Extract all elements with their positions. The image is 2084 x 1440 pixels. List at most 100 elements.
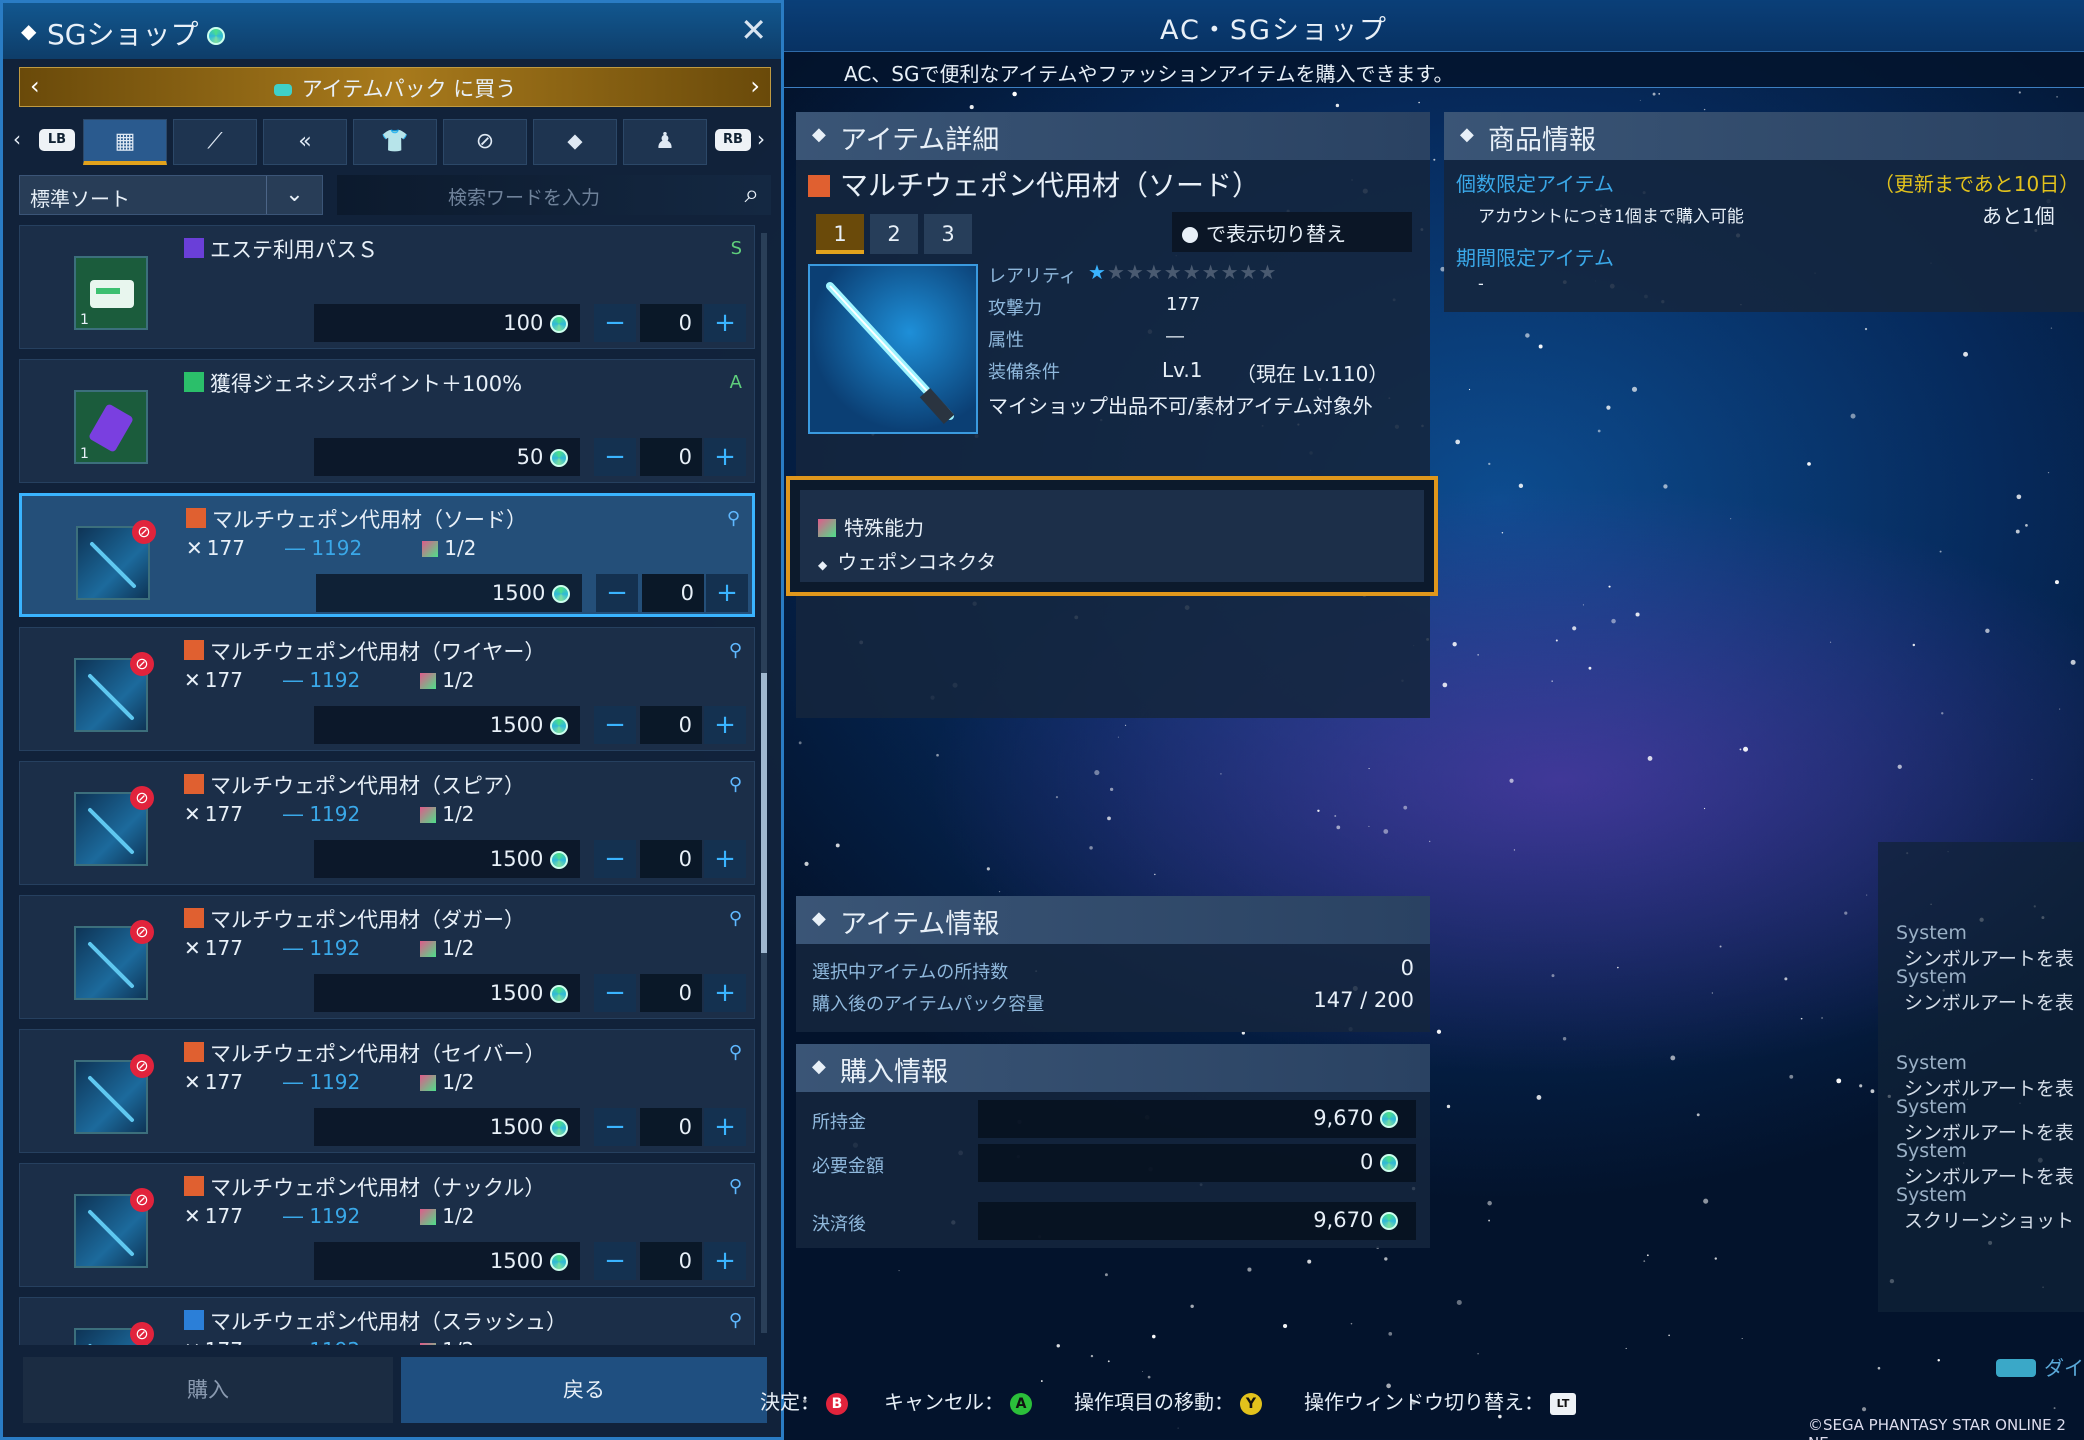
star (1643, 1260, 1646, 1263)
star (1861, 1407, 1867, 1412)
star (1562, 1037, 1567, 1041)
list-item[interactable]: 1 獲得ジェネシスポイント＋100% A 50 −0 + (19, 359, 755, 483)
item-name: マルチウェポン代用材（ナックル） (210, 1176, 546, 1200)
quantity-field[interactable]: 0 (640, 706, 702, 744)
quantity-field[interactable]: 0 (640, 1108, 702, 1146)
attack-value: 177 (1166, 294, 1201, 315)
quantity-field[interactable]: 0 (640, 1242, 702, 1280)
star (1509, 778, 1514, 783)
attack-value: 177 (204, 1070, 243, 1094)
log-source: System (1896, 1184, 1967, 1206)
list-item[interactable]: ⊘ マルチウェポン代用材（ナックル） ⚲ ✕ 177 ― 1192 1/2 1500 −0 + (19, 1163, 755, 1287)
list-item[interactable]: ⊘ マルチウェポン代用材（ダガー） ⚲ ✕ 177 ― 1192 1/2 1500 −0 + (19, 895, 755, 1019)
list-item[interactable]: ⊘マルチウェポン代用材（スラッシュ）⚲✕177― 11921/21500 −0+ (19, 1297, 755, 1345)
slot-icon (420, 807, 437, 823)
back-button[interactable]: 戻る (401, 1357, 767, 1423)
list-scrollbar[interactable] (761, 233, 767, 1333)
page-tab-3[interactable]: 3 (924, 214, 972, 254)
category-tab-tag[interactable]: ⊘ (443, 119, 527, 165)
buy-button[interactable]: 購入 (23, 1357, 393, 1423)
quantity-field[interactable]: 0 (640, 840, 702, 878)
decrease-quantity-button[interactable]: − (594, 1242, 636, 1280)
category-tab-diamond-arrow[interactable]: ⬥ (533, 119, 617, 165)
chat-tab[interactable]: ダイ (1996, 1352, 2084, 1381)
special-ability-box: 特殊能力 ◆ ウェポンコネクタ (786, 476, 1438, 596)
increase-quantity-button[interactable]: + (704, 304, 746, 342)
tab-prev-chevron-icon[interactable]: ‹ (13, 127, 21, 151)
tab-next-chevron-icon[interactable]: › (757, 127, 765, 151)
increase-quantity-button[interactable]: + (706, 574, 748, 612)
lb-button-icon[interactable]: LB (39, 129, 75, 151)
diamond-arrow-icon: ⬥ (567, 129, 583, 154)
money-label: 所持金 (812, 1112, 866, 1133)
page-tab-2[interactable]: 2 (870, 214, 918, 254)
category-tab-shirt[interactable]: 👕 (353, 119, 437, 165)
cost-label: 必要金額 (812, 1156, 884, 1177)
decrease-quantity-button[interactable]: − (594, 974, 636, 1012)
star (1836, 1078, 1842, 1084)
increase-quantity-button[interactable]: + (704, 1242, 746, 1280)
shop-title: SGショップ (47, 13, 226, 53)
item-stats: ✕177 ― 1192 1/2 (184, 1070, 474, 1094)
sg-gem-icon (550, 1253, 568, 1271)
diamond-icon: ◆ (812, 1056, 826, 1077)
category-tab-grid[interactable]: ▦ (83, 119, 167, 165)
star (1012, 91, 1017, 97)
quantity-field[interactable]: 0 (640, 304, 702, 342)
search-input[interactable]: 検索ワードを入力 ⌕ (337, 175, 771, 215)
search-placeholder: 検索ワードを入力 (447, 187, 600, 209)
item-count: 1 (80, 312, 89, 328)
pack-destination-selector[interactable]: ‹ アイテムパック に買う › (19, 67, 771, 107)
star (1730, 518, 1732, 520)
display-toggle[interactable]: で表示切り替え (1172, 212, 1412, 252)
page-tab-1[interactable]: 1 (816, 214, 864, 254)
list-item[interactable]: 1 エステ利用パスＳ S 100 −0 + (19, 225, 755, 349)
hint-decide: 決定： B (760, 1386, 848, 1415)
increase-quantity-button[interactable]: + (704, 438, 746, 476)
diamond-icon: ◆ (21, 19, 37, 43)
star-icon: ★ (1144, 260, 1164, 284)
sort-dropdown[interactable]: 標準ソート ⌄ (19, 175, 323, 215)
item-name: マルチウェポン代用材（ソード） (212, 508, 527, 532)
decrease-quantity-button[interactable]: − (594, 840, 636, 878)
battle-power: ― 1192 (282, 936, 361, 960)
search-icon[interactable]: ⌕ (744, 179, 759, 210)
decrease-quantity-button[interactable]: − (594, 706, 636, 744)
chat-icon (1996, 1359, 2036, 1377)
increase-quantity-button[interactable]: + (704, 1108, 746, 1146)
quantity-field[interactable]: 0 (640, 974, 702, 1012)
increase-quantity-button[interactable]: + (704, 706, 746, 744)
decrease-quantity-button[interactable]: − (594, 438, 636, 476)
chevron-right-icon[interactable]: › (750, 72, 760, 100)
period-label: 期間限定アイテム (1456, 246, 1614, 270)
star (1456, 1299, 1462, 1305)
rb-button-icon[interactable]: RB (715, 129, 751, 151)
star (1555, 639, 1558, 642)
list-item[interactable]: ⊘ マルチウェポン代用材（ワイヤー） ⚲ ✕ 177 ― 1192 1/2 1500 −0 + (19, 627, 755, 751)
decrease-quantity-button[interactable]: − (594, 1108, 636, 1146)
list-item[interactable]: ⊘ マルチウェポン代用材（ソード） ⚲ ✕ 177 ― 1192 1/2 1500 −0 + (19, 493, 755, 617)
star (1866, 894, 1868, 896)
list-item[interactable]: ⊘ マルチウェポン代用材（スピア） ⚲ ✕ 177 ― 1192 1/2 1500 −0 + (19, 761, 755, 885)
star (1433, 158, 1436, 161)
quantity-field[interactable]: 0 (642, 574, 704, 612)
log-source: System (1896, 1140, 1967, 1162)
increase-quantity-button[interactable]: + (704, 974, 746, 1012)
decrease-quantity-button[interactable]: − (596, 574, 638, 612)
grid-icon: ▦ (114, 129, 136, 154)
decrease-quantity-button[interactable]: − (594, 304, 636, 342)
b-button-icon: B (826, 1392, 848, 1415)
category-tab-sword[interactable]: ⟋ (173, 119, 257, 165)
close-icon[interactable]: ✕ (740, 11, 767, 49)
star (1403, 805, 1408, 810)
system-log: System シンボルアートを表 System シンボルアートを表 System シンボル… (1878, 842, 2084, 1312)
increase-quantity-button[interactable]: + (704, 840, 746, 878)
quantity-field[interactable]: 0 (640, 438, 702, 476)
list-item[interactable]: ⊘ マルチウェポン代用材（セイバー） ⚲ ✕ 177 ― 1192 1/2 1500 −0 + (19, 1029, 755, 1153)
category-tab-figure[interactable]: ♟ (623, 119, 707, 165)
star-icon: ★ (1220, 260, 1240, 284)
scrollbar-thumb[interactable] (761, 673, 767, 953)
star (1625, 1347, 1627, 1350)
star (1714, 1257, 1717, 1260)
category-tab-double-chevron[interactable]: « (263, 119, 347, 165)
